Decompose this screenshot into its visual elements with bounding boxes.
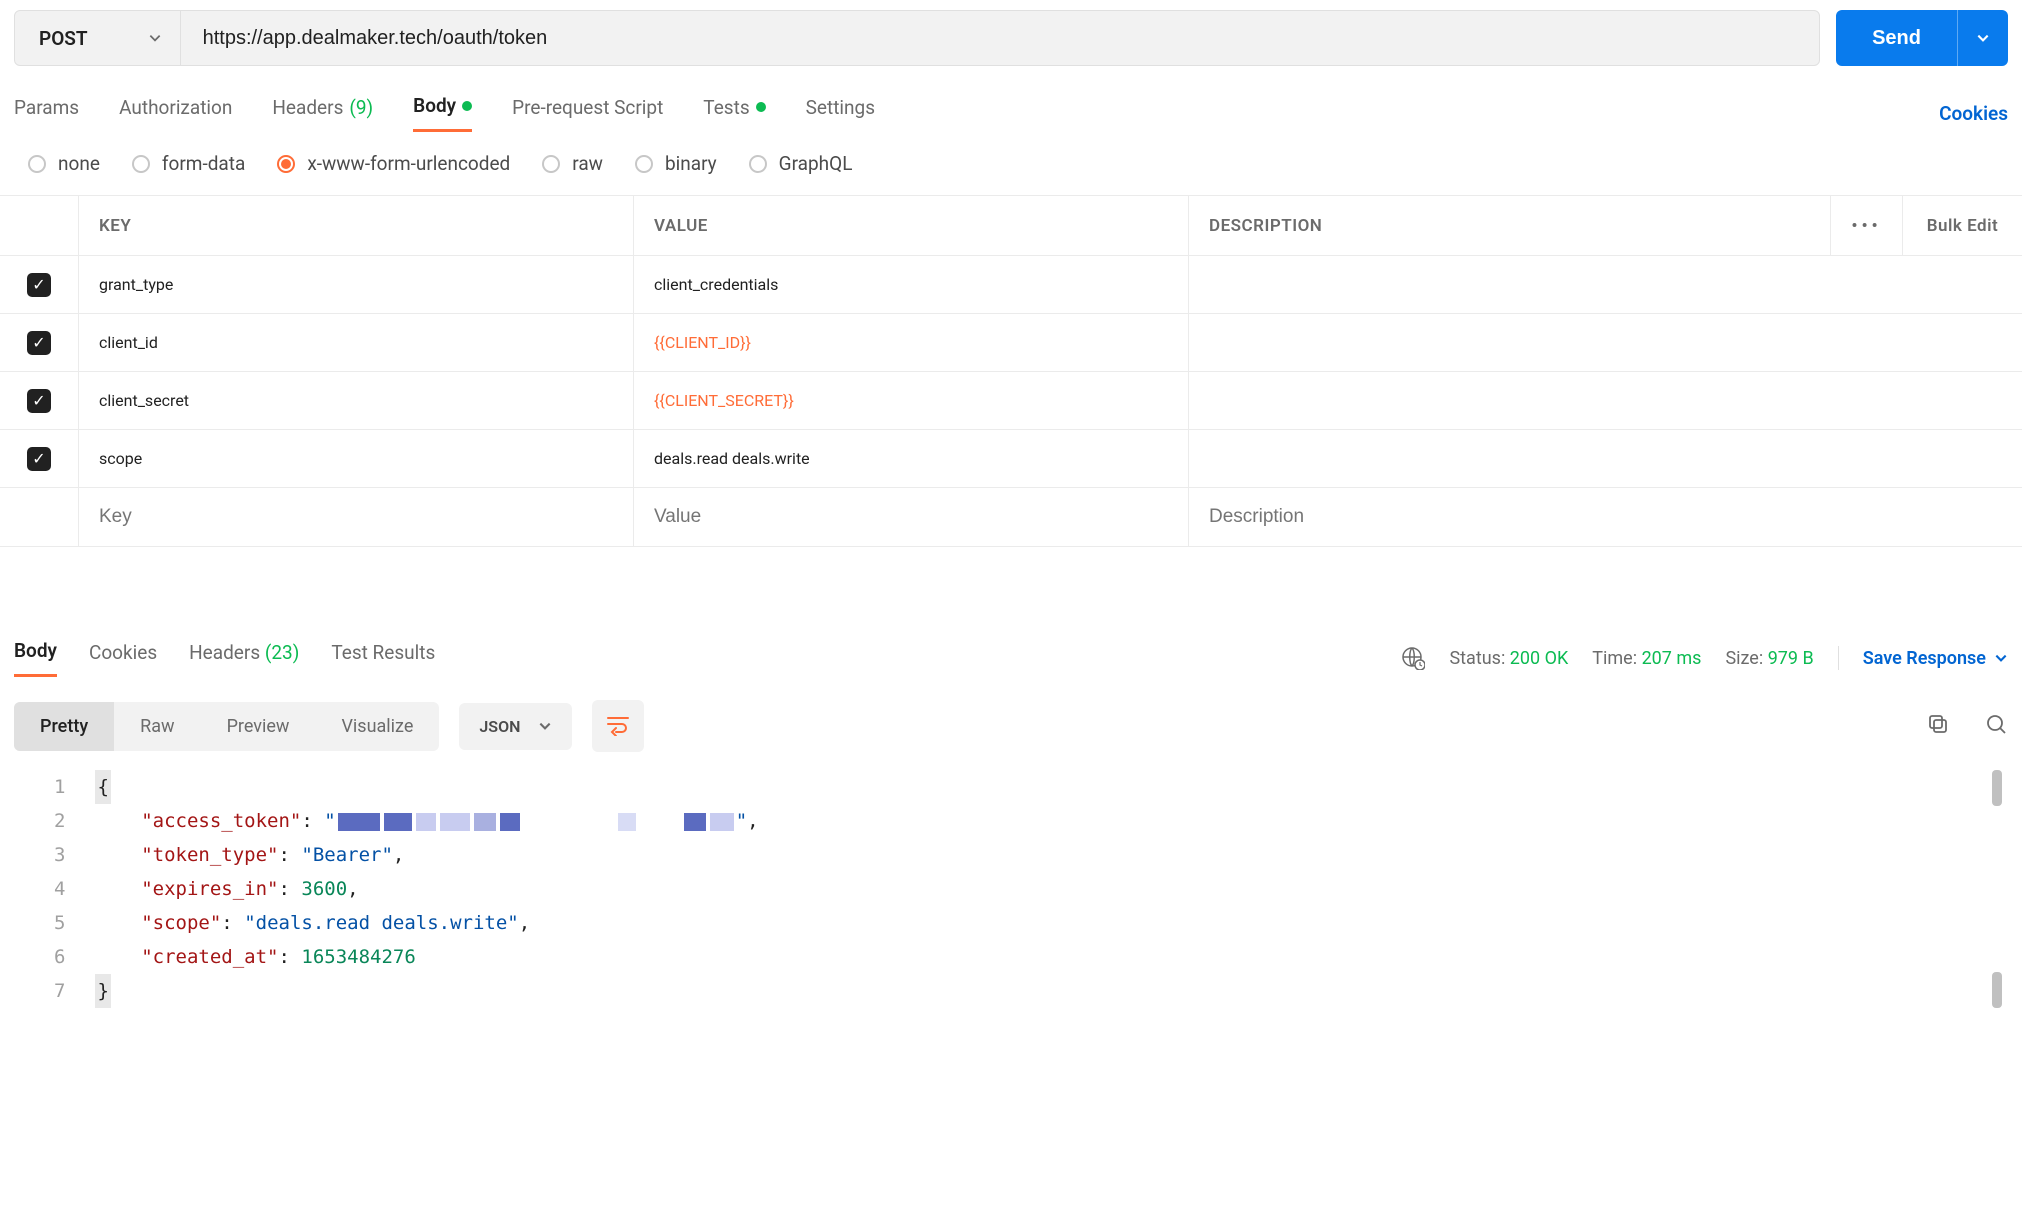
send-dropdown[interactable] [1957,10,2008,66]
kv-key-input[interactable] [78,488,633,546]
radio-icon [635,155,653,173]
copy-icon [1926,712,1950,736]
view-visualize[interactable]: Visualize [315,702,439,751]
kv-desc-cell[interactable] [1188,372,2022,429]
cookies-link[interactable]: Cookies [1939,102,2008,125]
chevron-down-icon [538,719,552,733]
kv-value-cell[interactable]: deals.read deals.write [633,430,1188,487]
tab-prerequest[interactable]: Pre-request Script [512,96,663,131]
response-body[interactable]: 1234567 { "access_token": "", "token_typ… [14,770,2008,1038]
tab-headers-label: Headers [272,96,343,119]
kv-key-cell[interactable]: client_secret [78,372,633,429]
copy-button[interactable] [1926,712,1950,740]
scrollbar[interactable] [1992,770,2002,806]
radio-icon [542,155,560,173]
row-checkbox[interactable]: ✓ [27,273,51,297]
tab-body[interactable]: Body [413,94,472,132]
kv-desc-input[interactable] [1188,488,2022,546]
body-kv-table: KEY VALUE DESCRIPTION ••• Bulk Edit ✓ gr… [0,195,2022,547]
kv-desc-cell[interactable] [1188,314,2022,371]
kv-more-options[interactable]: ••• [1830,196,1902,255]
tab-body-label: Body [413,94,456,117]
kv-value-cell[interactable]: {{CLIENT_ID}} [633,314,1188,371]
bodytype-binary[interactable]: binary [635,152,717,175]
send-button[interactable]: Send [1836,10,1957,66]
tab-headers-count: (9) [349,96,373,119]
table-row: ✓ grant_type client_credentials [0,256,2022,314]
line-gutter: 1234567 [14,770,95,1008]
bodytype-none[interactable]: none [28,152,100,175]
url-input[interactable] [181,11,1820,65]
radio-icon [749,155,767,173]
bodytype-formdata[interactable]: form-data [132,152,245,175]
tab-tests[interactable]: Tests [703,96,765,131]
row-checkbox[interactable]: ✓ [27,331,51,355]
status-dot-icon [756,102,766,112]
radio-icon [132,155,150,173]
network-icon[interactable] [1401,646,1425,670]
resp-tab-headers[interactable]: Headers (23) [189,641,299,676]
method-label: POST [39,27,88,50]
bulk-edit-button[interactable]: Bulk Edit [1902,196,2022,255]
wrap-lines-button[interactable] [592,700,644,752]
resp-tab-body[interactable]: Body [14,639,57,677]
kv-desc-cell[interactable] [1188,430,2022,487]
bodytype-urlencoded[interactable]: x-www-form-urlencoded [277,152,510,175]
kv-value-cell[interactable]: {{CLIENT_SECRET}} [633,372,1188,429]
kv-header-key: KEY [78,196,633,255]
chevron-down-icon [1976,31,1990,45]
table-row: ✓ client_id {{CLIENT_ID}} [0,314,2022,372]
table-row: ✓ scope deals.read deals.write [0,430,2022,488]
kv-key-cell[interactable]: scope [78,430,633,487]
table-row-new [0,488,2022,546]
kv-header-desc: DESCRIPTION [1188,196,1830,255]
language-select[interactable]: JSON [459,703,572,750]
resp-tab-cookies[interactable]: Cookies [89,641,157,676]
kv-key-cell[interactable]: grant_type [78,256,633,313]
method-dropdown[interactable]: POST [15,11,181,65]
resp-tab-testresults[interactable]: Test Results [331,641,435,676]
save-response-button[interactable]: Save Response [1863,648,2008,669]
kv-value-cell[interactable]: client_credentials [633,256,1188,313]
kv-header-value: VALUE [633,196,1188,255]
search-icon [1984,712,2008,736]
wrap-icon [606,716,630,736]
table-row: ✓ client_secret {{CLIENT_SECRET}} [0,372,2022,430]
row-checkbox[interactable]: ✓ [27,389,51,413]
bodytype-graphql[interactable]: GraphQL [749,152,853,175]
kv-desc-cell[interactable] [1188,256,2022,313]
kv-key-cell[interactable]: client_id [78,314,633,371]
kv-value-input[interactable] [633,488,1188,546]
status-info: Status: 200 OK [1449,648,1568,669]
view-preview[interactable]: Preview [201,702,316,751]
row-checkbox[interactable]: ✓ [27,447,51,471]
view-pretty[interactable]: Pretty [14,702,114,751]
tab-tests-label: Tests [703,96,749,119]
view-raw[interactable]: Raw [114,702,200,751]
tab-headers[interactable]: Headers (9) [272,96,373,131]
time-info: Time: 207 ms [1592,648,1701,669]
tab-settings[interactable]: Settings [806,96,875,131]
chevron-down-icon [1994,651,2008,665]
tab-authorization[interactable]: Authorization [119,96,232,131]
bodytype-raw[interactable]: raw [542,152,603,175]
status-dot-icon [462,101,472,111]
scrollbar[interactable] [1992,972,2002,1008]
size-info: Size: 979 B [1725,648,1813,669]
chevron-down-icon [148,31,162,45]
radio-icon [28,155,46,173]
radio-icon [277,155,295,173]
search-button[interactable] [1984,712,2008,740]
tab-params[interactable]: Params [14,96,79,131]
